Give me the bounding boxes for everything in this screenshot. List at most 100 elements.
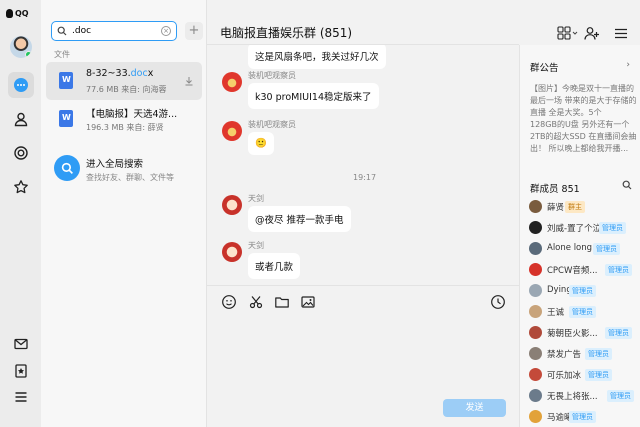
member-row[interactable]: 无畏上将张... 管理员 xyxy=(529,388,639,404)
main-menu-button[interactable] xyxy=(8,384,34,410)
add-person-icon xyxy=(584,27,599,40)
search-input[interactable] xyxy=(72,26,152,36)
notice-line: 出！ 所以晚上都给我开播... xyxy=(530,144,629,153)
channels-nav-button[interactable] xyxy=(8,140,34,166)
member-avatar xyxy=(529,263,542,276)
send-button[interactable]: 发送 xyxy=(443,399,506,417)
notice-title: 群公告 xyxy=(530,63,559,74)
hamburger-icon xyxy=(15,392,27,402)
search-icon[interactable] xyxy=(622,180,632,190)
session-panel: × + 文件 8-32~33.docx 77.6 MB 来自: 向海蓉 【电脑报… xyxy=(41,0,207,427)
screenshot-button[interactable] xyxy=(248,294,264,310)
bookmark-nav-button[interactable] xyxy=(8,358,34,384)
send-image-button[interactable] xyxy=(300,294,316,310)
member-name: 刘威-置了个泣 xyxy=(547,224,602,234)
member-role-badge: 管理员 xyxy=(585,369,612,381)
message-bubble: 或者几款 xyxy=(248,253,301,279)
mail-nav-button[interactable] xyxy=(8,331,34,357)
favorites-nav-button[interactable] xyxy=(8,174,34,200)
sender-name: 装机吧观察员 xyxy=(248,120,296,129)
file-name: 8-32~33.docx xyxy=(86,68,154,79)
member-role-badge: 管理员 xyxy=(593,243,620,255)
member-avatar xyxy=(529,368,542,381)
member-avatar xyxy=(529,326,542,339)
sender-avatar[interactable] xyxy=(222,121,242,141)
sender-name: 天剑 xyxy=(248,194,264,203)
chat-panel: 电脑报直播娱乐群 (851) 这是风扇条吧，我关过好几次 装机吧观察员 k30 … xyxy=(207,0,519,427)
member-row[interactable]: CPCW音频... 管理员 xyxy=(529,262,639,278)
notice-line: 128GB的U盘 另外还有一个 xyxy=(530,120,630,129)
search-icon xyxy=(57,26,67,36)
chat-bubble-icon xyxy=(14,78,28,92)
more-menu-button[interactable] xyxy=(614,28,628,39)
sender-avatar[interactable] xyxy=(222,242,242,262)
member-avatar xyxy=(529,200,542,213)
sender-name: 装机吧观察员 xyxy=(248,71,296,80)
file-result-item[interactable]: 【电脑报】天选4游... 196.3 MB 来自: 薛贤 xyxy=(46,100,202,138)
member-avatar xyxy=(529,410,542,423)
time-divider: 19:17 xyxy=(353,173,377,182)
messages-nav-button[interactable] xyxy=(8,72,34,98)
member-row[interactable]: 马逾曦 管理员 xyxy=(529,409,639,425)
member-name: 无畏上将张... xyxy=(547,392,598,402)
person-icon xyxy=(14,112,28,127)
chat-title: 电脑报直播娱乐群 (851) xyxy=(220,26,353,40)
notice-body[interactable]: 【图片】今晚是双十一直播的 最后一场 带来的是大于存储的 直播 全是大奖。5个 … xyxy=(530,83,637,155)
history-button[interactable] xyxy=(490,294,506,310)
message-bubble: k30 proMIUI14稳定版来了 xyxy=(248,83,379,109)
search-box[interactable]: × xyxy=(51,21,177,41)
file-meta: 77.6 MB 来自: 向海蓉 xyxy=(86,85,167,94)
download-icon[interactable] xyxy=(184,76,194,86)
member-role-badge: 管理员 xyxy=(569,285,596,297)
message-bubble: @夜尽 推荐一款手电 xyxy=(248,206,351,232)
clock-icon xyxy=(491,295,505,309)
global-search-subtitle: 查找好友、群聊、文件等 xyxy=(86,173,174,182)
emoji-button[interactable] xyxy=(221,294,237,310)
notice-line: 2TB的超大SSD 在直播间会抽 xyxy=(530,132,637,141)
add-button[interactable]: + xyxy=(185,22,203,40)
member-row[interactable]: 菊朝臣火影... 管理员 xyxy=(529,325,639,341)
member-row[interactable]: 刘威-置了个泣 管理员 xyxy=(529,220,639,236)
app-brand: QQ xyxy=(6,9,29,18)
member-row[interactable]: 薛贤 群主 xyxy=(529,199,639,215)
invite-member-button[interactable] xyxy=(584,26,600,41)
sender-avatar[interactable] xyxy=(222,195,242,215)
global-search-entry[interactable]: 进入全局搜索 查找好友、群聊、文件等 xyxy=(46,152,202,190)
member-role-badge: 管理员 xyxy=(605,264,632,276)
notice-line: 最后一场 带来的是大于存储的 xyxy=(530,96,637,105)
scissors-icon xyxy=(249,296,263,309)
message-bubble: 🙂 xyxy=(248,132,274,155)
member-row[interactable]: 可乐加冰 管理员 xyxy=(529,367,639,383)
member-role-badge: 管理员 xyxy=(569,306,596,318)
member-avatar xyxy=(529,389,542,402)
member-row[interactable]: Alone long ... 管理员 xyxy=(529,241,639,257)
hamburger-icon xyxy=(615,28,627,39)
member-row[interactable]: Dying 管理员 xyxy=(529,283,639,299)
member-role-badge: 管理员 xyxy=(599,222,626,234)
group-apps-button[interactable] xyxy=(557,26,579,41)
contacts-nav-button[interactable] xyxy=(8,106,34,132)
chevron-right-icon[interactable]: › xyxy=(626,60,630,70)
star-icon xyxy=(14,180,28,194)
user-avatar[interactable] xyxy=(10,36,32,58)
mail-icon xyxy=(14,338,28,350)
global-search-title: 进入全局搜索 xyxy=(86,159,144,170)
clear-search-icon[interactable]: × xyxy=(161,26,171,36)
left-rail: QQ xyxy=(0,0,41,427)
word-file-icon xyxy=(59,110,73,127)
members-title: 群成员 851 xyxy=(530,184,580,195)
composer-divider xyxy=(207,285,519,286)
member-name: 禁发广告 xyxy=(547,350,582,360)
member-name: CPCW音频... xyxy=(547,266,598,276)
message-bubble: 这是风扇条吧，我关过好几次 xyxy=(248,45,386,69)
file-meta: 196.3 MB 来自: 薛贤 xyxy=(86,123,164,132)
sender-avatar[interactable] xyxy=(222,72,242,92)
group-info-panel: 群公告 › 【图片】今晚是双十一直播的 最后一场 带来的是大于存储的 直播 全是… xyxy=(519,45,640,427)
member-name: 菊朝臣火影... xyxy=(547,329,598,339)
member-name: 薛贤 xyxy=(547,203,565,213)
file-result-item[interactable]: 8-32~33.docx 77.6 MB 来自: 向海蓉 xyxy=(46,62,202,100)
member-row[interactable]: 禁发广告 管理员 xyxy=(529,346,639,362)
member-row[interactable]: 王诚 管理员 xyxy=(529,304,639,320)
qq-logo-icon xyxy=(6,9,13,18)
send-file-button[interactable] xyxy=(274,294,290,310)
